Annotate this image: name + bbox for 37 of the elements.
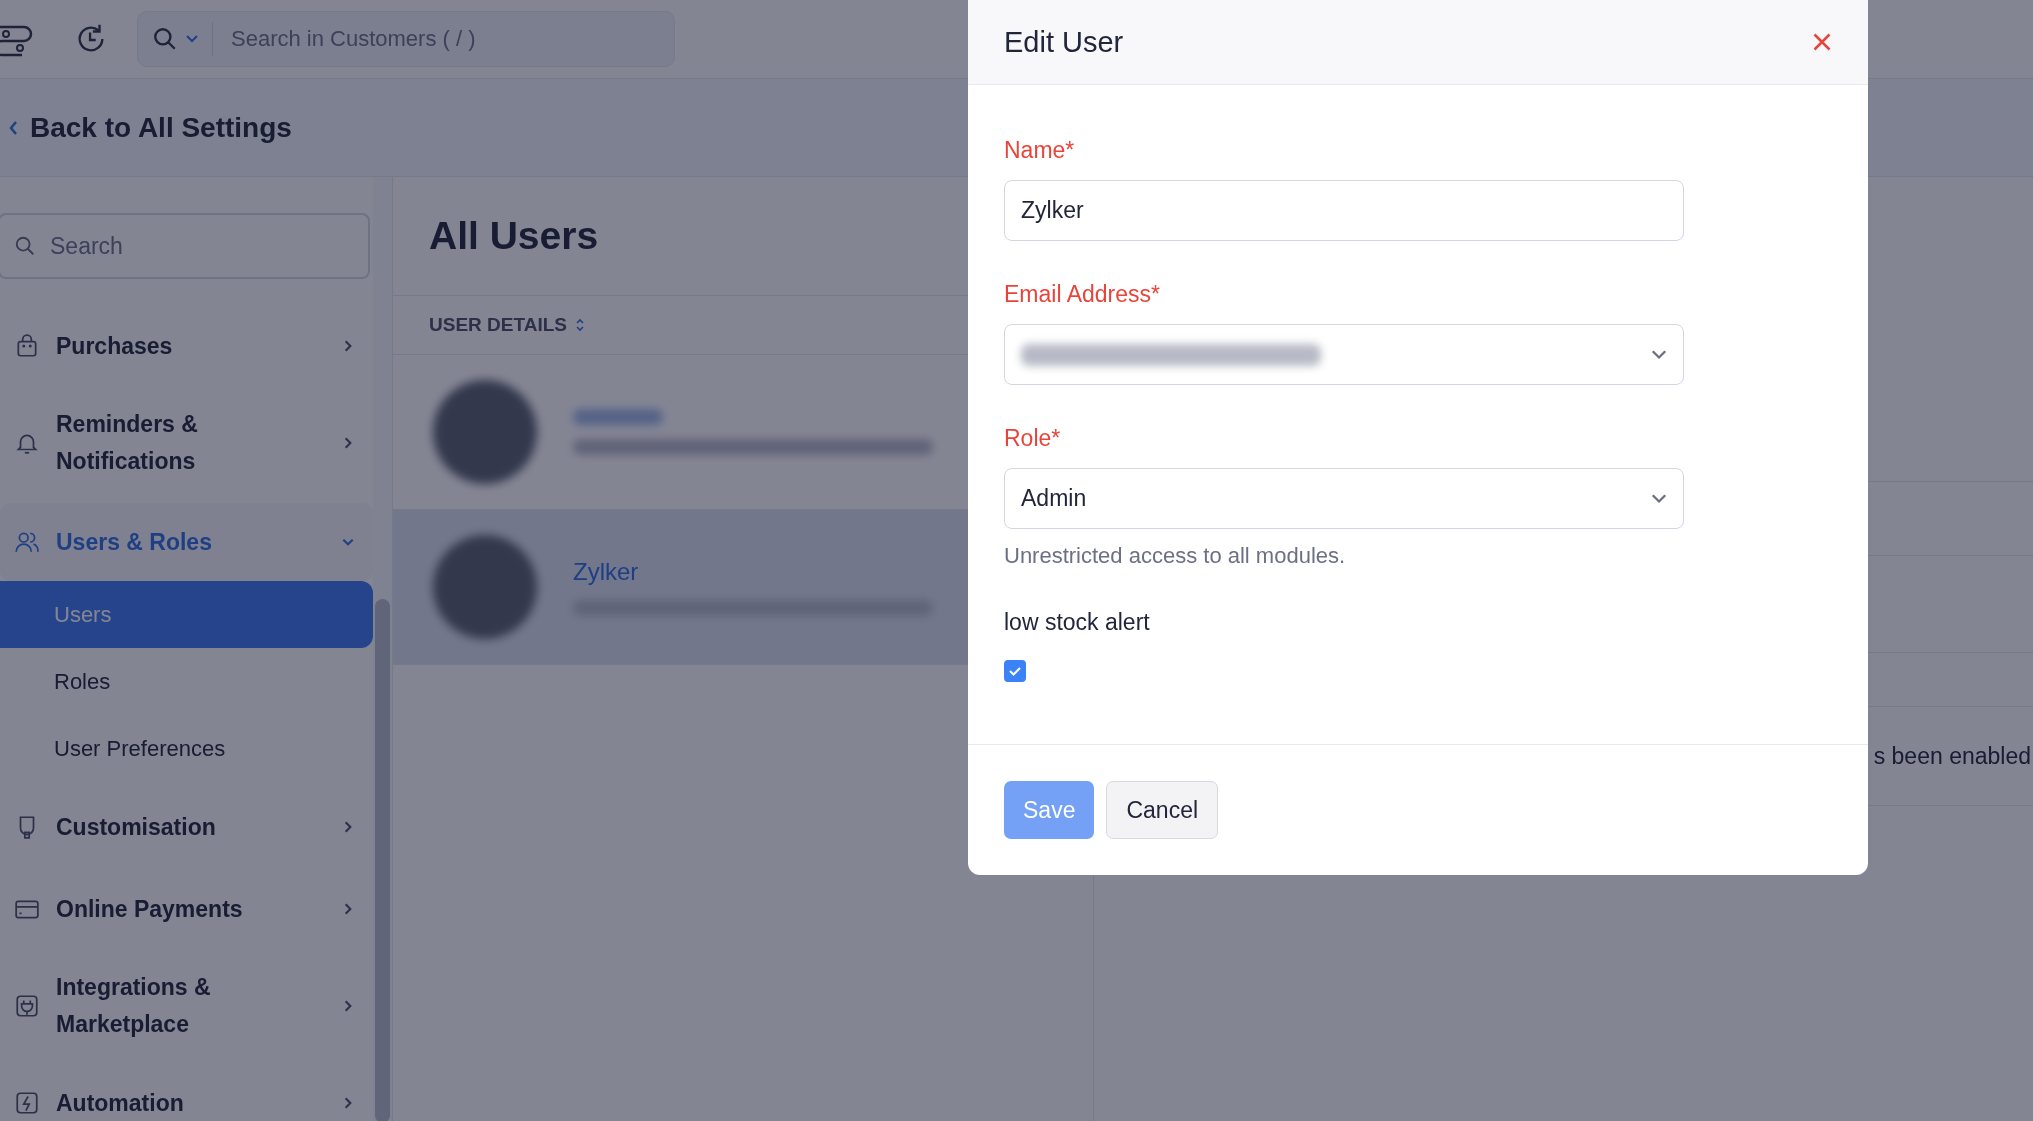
sidebar-subitem[interactable]: Roles [0, 648, 373, 715]
checkbox[interactable] [1004, 660, 1026, 682]
dropdown[interactable]: Admin [1004, 468, 1684, 529]
save-button[interactable]: Save [1004, 781, 1095, 839]
chevron-icon [1651, 493, 1667, 504]
search-field[interactable]: Search in Customers ( / ) [137, 11, 675, 67]
search-icon [152, 26, 178, 52]
search-field[interactable]: Search [0, 213, 370, 279]
name-field[interactable]: Zylker [1004, 180, 1684, 241]
sidebar-item[interactable]: Integrations & Marketplace [0, 950, 373, 1062]
bolt-icon [14, 1090, 40, 1116]
bag-icon [14, 333, 40, 359]
sidebar-item[interactable]: Customisation [0, 786, 373, 868]
search-icon [14, 235, 36, 257]
field-label: Role* [1004, 425, 1062, 452]
sidebar-item[interactable]: Automation [0, 1062, 373, 1121]
cancel-button[interactable]: Cancel [1106, 781, 1219, 839]
sidebar-item[interactable]: Users & Roles [0, 503, 373, 581]
close-icon[interactable] [1812, 32, 1832, 52]
sidebar-item[interactable]: Online Payments [0, 868, 373, 950]
caret-icon [186, 35, 198, 43]
scrollbar[interactable] [375, 599, 390, 1121]
sidebar-subitem[interactable]: Users [0, 581, 373, 648]
sidebar-item[interactable]: Purchases [0, 305, 373, 387]
plug-icon [14, 993, 40, 1019]
sidebar-item[interactable]: Reminders & Notifications [0, 387, 373, 499]
field-label: Name* [1004, 137, 1076, 164]
chevron-icon [1651, 349, 1667, 360]
status-text: s been enabled [1873, 742, 2031, 770]
column-header[interactable]: USER DETAILS [429, 314, 567, 336]
search-field[interactable]: Search in Customers ( / ) [229, 25, 633, 53]
chevron-icon [8, 119, 18, 136]
dialog-title: Edit User [1004, 25, 1124, 59]
back-link[interactable]: Back to All Settings [8, 111, 292, 144]
sidebar-subitem[interactable]: User Preferences [0, 715, 373, 782]
sort-icon [574, 317, 585, 333]
search-field[interactable]: Search [48, 231, 352, 261]
